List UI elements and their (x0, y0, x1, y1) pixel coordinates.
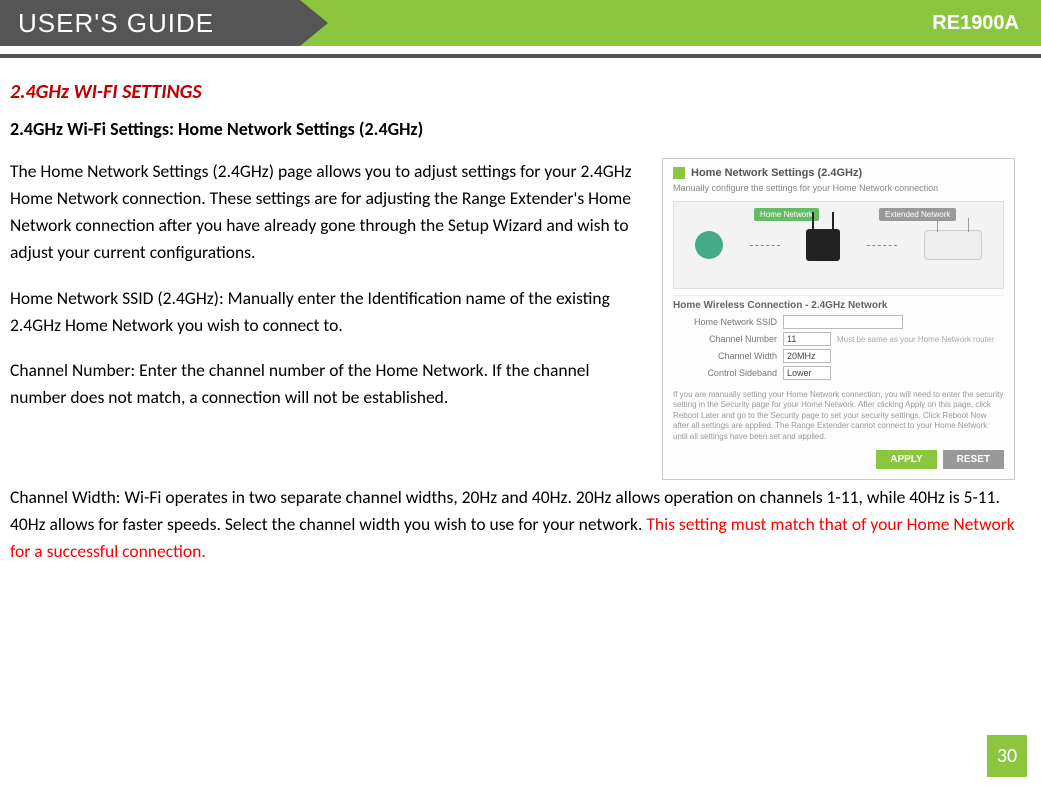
screenshot-note: If you are manually setting your Home Ne… (673, 390, 1004, 442)
width-label: Channel Width (673, 351, 777, 361)
sideband-select[interactable] (783, 366, 831, 380)
screenshot-section-label: Home Wireless Connection - 2.4GHz Networ… (673, 295, 1004, 311)
sub-heading: 2.4GHz Wi-Fi Settings: Home Network Sett… (10, 118, 1015, 140)
extender-icon (924, 230, 982, 260)
guide-title: USER'S GUIDE (0, 0, 300, 46)
extended-network-banner: Extended Network (879, 208, 956, 221)
connection-line (867, 245, 897, 246)
page-header: USER'S GUIDE RE1900A (0, 0, 1041, 46)
width-select[interactable] (783, 349, 831, 363)
screenshot-subtitle: Manually configure the settings for your… (673, 183, 1004, 193)
screenshot-title: Home Network Settings (2.4GHz) (691, 167, 862, 179)
reset-button[interactable]: RESET (943, 450, 1004, 469)
network-diagram: Home Network Extended Network (673, 201, 1004, 289)
globe-icon (695, 231, 723, 259)
sideband-label: Control Sideband (673, 368, 777, 378)
ssid-input[interactable] (783, 315, 903, 329)
body-text-column: The Home Network Settings (2.4GHz) page … (10, 158, 642, 429)
field-row-width: Channel Width (673, 349, 1004, 363)
page-number: 30 (987, 735, 1027, 777)
paragraph-ssid: Home Network SSID (2.4GHz): Manually ent… (10, 285, 642, 339)
router-icon (806, 229, 840, 261)
field-row-sideband: Control Sideband (673, 366, 1004, 380)
section-heading: 2.4GHz WI-FI SETTINGS (10, 80, 1015, 104)
connection-line (750, 245, 780, 246)
screenshot-accent-icon (673, 167, 685, 179)
channel-select[interactable] (783, 332, 831, 346)
channel-label: Channel Number (673, 334, 777, 344)
home-network-banner: Home Network (754, 208, 819, 221)
paragraph-channel: Channel Number: Enter the channel number… (10, 357, 642, 411)
page-content: 2.4GHz WI-FI SETTINGS 2.4GHz Wi-Fi Setti… (0, 58, 1041, 575)
channel-hint: Must be same as your Home Network router (837, 335, 994, 344)
settings-screenshot: Home Network Settings (2.4GHz) Manually … (662, 158, 1015, 480)
field-row-channel: Channel Number Must be same as your Home… (673, 332, 1004, 346)
model-number: RE1900A (300, 0, 1041, 46)
paragraph-intro: The Home Network Settings (2.4GHz) page … (10, 158, 642, 267)
field-row-ssid: Home Network SSID (673, 315, 1004, 329)
apply-button[interactable]: APPLY (876, 450, 936, 469)
ssid-label: Home Network SSID (673, 317, 777, 327)
paragraph-channel-width: Channel Width: Wi-Fi operates in two sep… (10, 484, 1015, 565)
